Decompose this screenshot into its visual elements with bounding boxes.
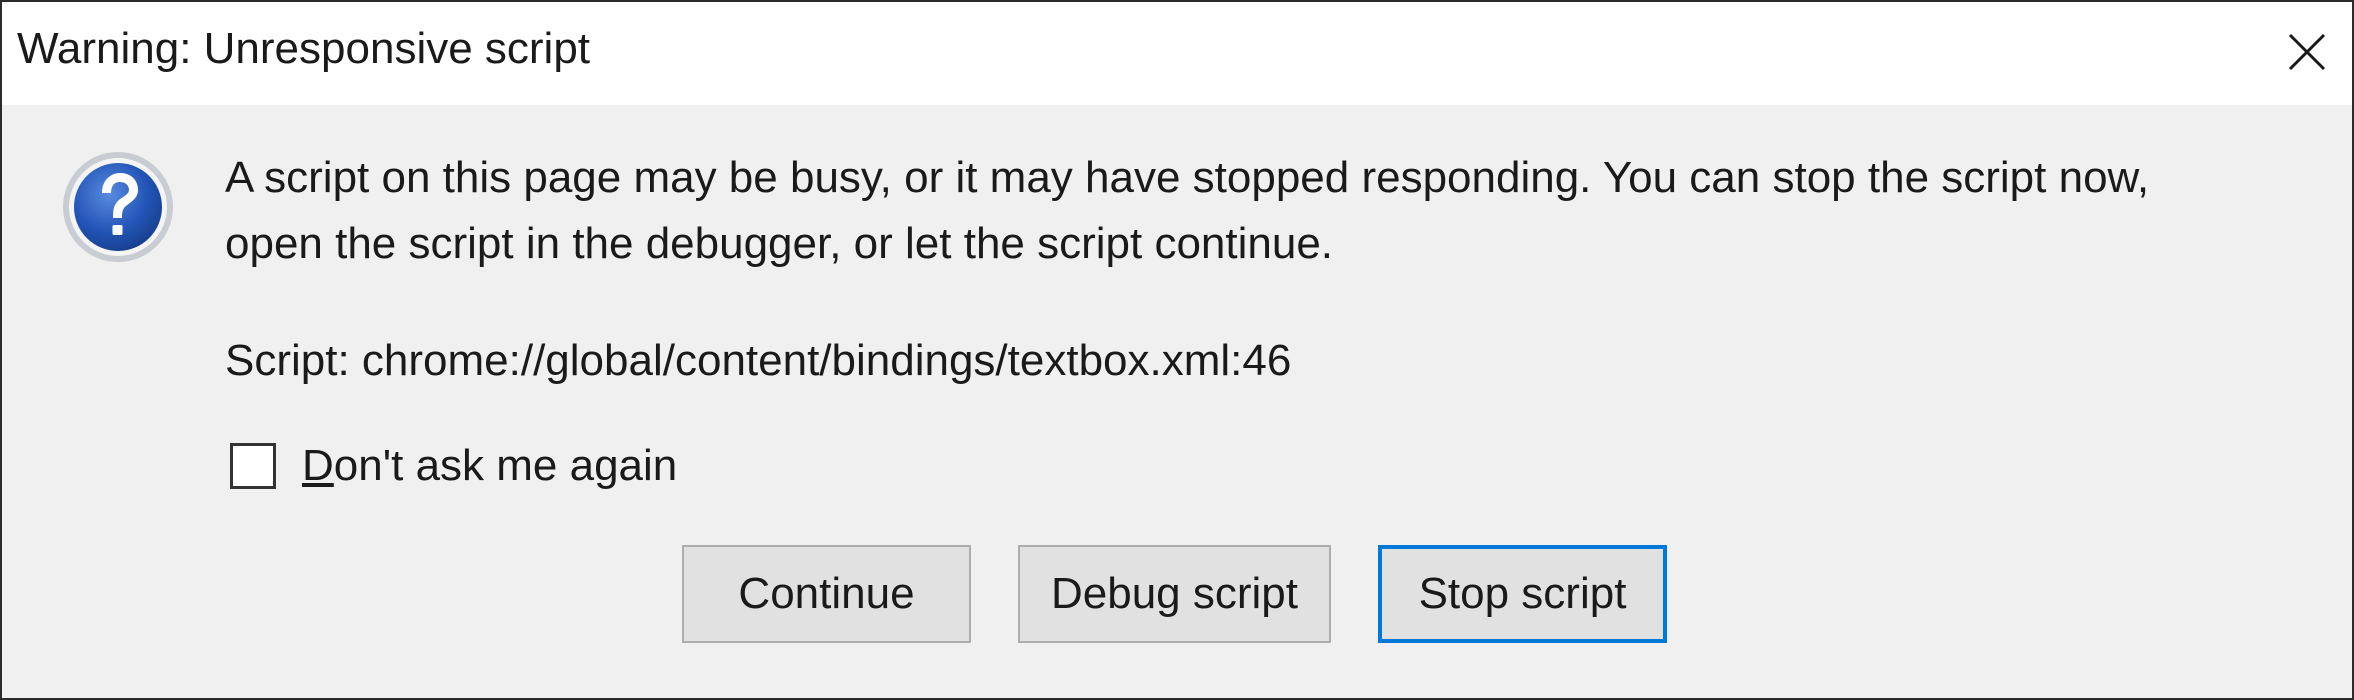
continue-button[interactable]: Continue (682, 545, 971, 643)
script-location: Script: chrome://global/content/bindings… (225, 336, 1292, 385)
message-line: A script on this page may be busy, or it… (225, 153, 2150, 202)
stop-script-button[interactable]: Stop script (1378, 545, 1667, 643)
dont-ask-again-option[interactable]: Don't ask me again (230, 441, 677, 491)
dont-ask-again-checkbox[interactable] (230, 443, 276, 489)
window-title: Warning: Unresponsive script (17, 24, 591, 73)
title-bar: Warning: Unresponsive script (2, 2, 2352, 105)
close-button[interactable] (2262, 2, 2352, 102)
message-line: open the script in the debugger, or let … (225, 219, 1334, 268)
question-icon (63, 152, 173, 262)
dialog-content: A script on this page may be busy, or it… (2, 105, 2352, 698)
close-icon (2288, 33, 2326, 71)
dont-ask-again-label[interactable]: Don't ask me again (302, 441, 677, 491)
checkbox-label-text: on't ask me again (333, 441, 678, 490)
unresponsive-script-dialog: Warning: Unresponsive script A script on… (0, 0, 2354, 700)
debug-script-button[interactable]: Debug script (1018, 545, 1331, 643)
access-key-letter: D (302, 441, 334, 490)
dialog-message: A script on this page may be busy, or it… (225, 145, 2305, 277)
